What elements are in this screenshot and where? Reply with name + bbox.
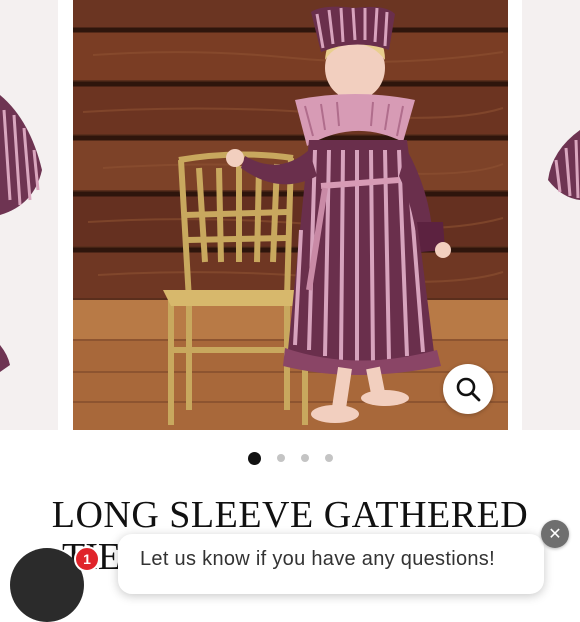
close-icon[interactable]: ✕: [541, 520, 569, 548]
previous-slide-peek[interactable]: [0, 0, 58, 430]
carousel-dot-1[interactable]: [247, 451, 261, 465]
product-image-carousel[interactable]: [0, 0, 580, 432]
carousel-pagination: [0, 451, 580, 465]
product-photo[interactable]: [73, 0, 508, 430]
unread-badge: 1: [74, 546, 100, 572]
zoom-button[interactable]: [443, 364, 493, 414]
product-title: LONG SLEEVE GATHERED: [51, 494, 529, 536]
carousel-dot-3[interactable]: [300, 454, 309, 462]
magnifier-icon: [455, 376, 481, 402]
next-slide-peek[interactable]: [522, 0, 580, 430]
chat-prompt-text: Let us know if you have any questions!: [140, 548, 495, 570]
chat-prompt-bubble[interactable]: Let us know if you have any questions!: [118, 534, 544, 594]
carousel-dot-4[interactable]: [324, 454, 333, 462]
chat-launcher-button[interactable]: [10, 548, 84, 622]
carousel-dot-2[interactable]: [276, 454, 285, 462]
